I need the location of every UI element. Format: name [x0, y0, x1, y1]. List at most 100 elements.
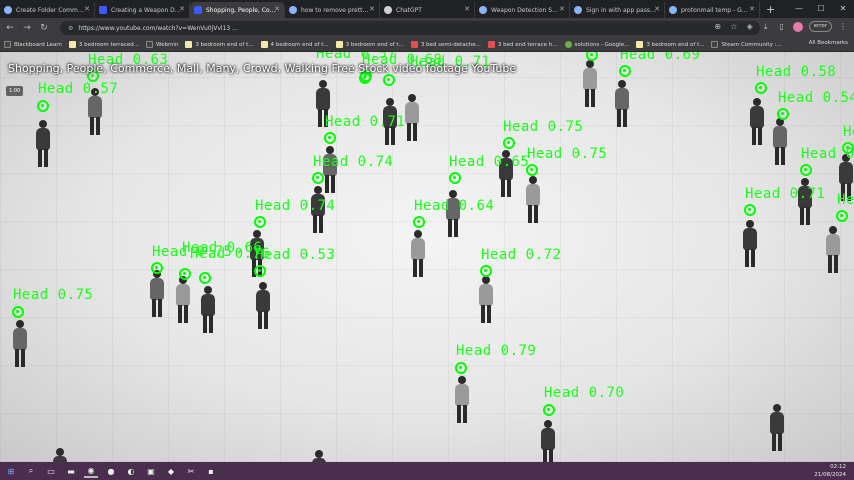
snipping-tool-icon[interactable]: ✂: [184, 464, 198, 478]
pedestrian: [147, 270, 167, 318]
bookmark-item[interactable]: 3 bed end terrace h...: [487, 41, 558, 48]
address-bar[interactable]: ⚙ https://www.youtube.com/watch?v=WenVu0…: [60, 21, 760, 35]
bookmark-item[interactable]: 3 bed semi-detache...: [410, 41, 481, 48]
detection-circle-icon: [312, 172, 324, 184]
bookmark-label: 4 bedroom end of t...: [270, 41, 329, 48]
bookmark-label: 3 bedroom end of t...: [195, 41, 254, 48]
video-frame[interactable]: Head 0.57 Head 0.63 Head 0.57 Head 0.68 Head…: [0, 52, 854, 462]
detection-label: Head 0.64: [414, 198, 495, 214]
maximize-button[interactable]: ☐: [810, 0, 832, 18]
detection-circle-icon: [254, 216, 266, 228]
close-tab-icon[interactable]: ✕: [369, 5, 375, 13]
detection-label: Head 0.57: [38, 81, 119, 97]
browser-toolbar: ← → ↻ ⚙ https://www.youtube.com/watch?v=…: [0, 18, 854, 38]
windows-icon[interactable]: ⊞: [4, 464, 18, 478]
error-badge[interactable]: error: [808, 21, 832, 32]
minimize-button[interactable]: —: [788, 0, 810, 18]
zoom-icon[interactable]: ⊕: [713, 22, 723, 32]
browser-tab[interactable]: Sign in with app passwo ✕: [570, 2, 665, 18]
close-tab-icon[interactable]: ✕: [84, 5, 90, 13]
browser-tab[interactable]: ChatGPT ✕: [380, 2, 475, 18]
bookmark-item[interactable]: 3 bedroom end of t...: [335, 41, 404, 48]
new-tab-button[interactable]: +: [766, 3, 775, 16]
edge-icon[interactable]: ◐: [124, 464, 138, 478]
bookmark-item[interactable]: 3 bedroom terraced...: [68, 41, 139, 48]
detection-circle-icon: [179, 268, 191, 280]
tab-label: Creating a Weapon Dete: [111, 6, 181, 14]
close-tab-icon[interactable]: ✕: [179, 5, 185, 13]
bookmark-item[interactable]: Blackboard Learn: [4, 41, 62, 48]
browser-tab[interactable]: protonmail temp - Google ✕: [665, 2, 760, 18]
bookmark-item[interactable]: 3 bedroom end of t...: [185, 41, 254, 48]
system-clock[interactable]: 02:12 21/08/2024: [814, 463, 846, 479]
bookmark-favicon-icon: [68, 41, 76, 48]
close-tab-icon[interactable]: ✕: [749, 5, 755, 13]
spotify-icon[interactable]: ●: [104, 464, 118, 478]
video-time-badge: 1:00: [6, 86, 24, 96]
bookmark-label: 3 bed end terrace h...: [497, 41, 558, 48]
detection-label: Head 0.74: [255, 198, 336, 214]
vscode-icon[interactable]: ◆: [164, 464, 178, 478]
pedestrian: [198, 286, 218, 334]
browser-tab[interactable]: Shopping, People, Comm ✕: [190, 2, 285, 18]
browser-tab[interactable]: Weapon Detection Syste ✕: [475, 2, 570, 18]
close-tab-icon[interactable]: ✕: [464, 5, 470, 13]
bookmark-item[interactable]: solutions - Google...: [564, 41, 629, 48]
extensions-icon[interactable]: ◈: [745, 22, 755, 32]
bookmark-item[interactable]: Webmin: [145, 41, 179, 48]
detection-circle-icon: [199, 272, 211, 284]
search-icon[interactable]: ⌕: [24, 464, 38, 478]
detection-circle-icon: [836, 210, 848, 222]
file-explorer-icon[interactable]: ▬: [64, 464, 78, 478]
pedestrian: [740, 220, 760, 268]
menu-icon[interactable]: ⋮: [838, 22, 848, 32]
forward-button[interactable]: →: [20, 23, 34, 33]
google-icon: [574, 6, 582, 14]
reload-button[interactable]: ↻: [37, 23, 51, 33]
browser-tab[interactable]: Creating a Weapon Dete ✕: [95, 2, 190, 18]
close-tab-icon[interactable]: ✕: [559, 5, 565, 13]
bookmark-item[interactable]: 4 bedroom end of t...: [260, 41, 329, 48]
bookmark-item[interactable]: 3 bedroom end of t...: [636, 41, 704, 48]
chrome-icon[interactable]: ◉: [84, 464, 98, 478]
side-panel-icon[interactable]: ▯: [777, 22, 787, 32]
close-tab-icon[interactable]: ✕: [654, 5, 660, 13]
detection-circle-icon: [151, 262, 163, 274]
profile-avatar[interactable]: [792, 21, 803, 32]
video-title: Shopping, People, Commerce, Mall, Many, …: [8, 62, 517, 75]
pedestrian: [747, 98, 767, 146]
browser-tab[interactable]: how to remove pretty in ✕: [285, 2, 380, 18]
terminal-icon[interactable]: ▣: [144, 464, 158, 478]
detection-circle-icon: [800, 164, 812, 176]
detection-circle-icon: [324, 132, 336, 144]
back-button[interactable]: ←: [3, 23, 17, 33]
close-tab-icon[interactable]: ✕: [274, 5, 280, 13]
detection-circle-icon: [755, 82, 767, 94]
bookmark-label: Blackboard Learn: [14, 41, 62, 48]
pedestrian: [476, 276, 496, 324]
detection-circle-icon: [254, 265, 266, 277]
pedestrian: [523, 176, 543, 224]
downloads-icon[interactable]: ⤓: [761, 22, 771, 32]
browser-tab[interactable]: Create Folder Command ✕: [0, 2, 95, 18]
detection-label: Head 0.75: [13, 287, 94, 303]
task-view-icon[interactable]: ▭: [44, 464, 58, 478]
app-icon[interactable]: ▪: [204, 464, 218, 478]
pedestrian: [823, 226, 843, 274]
bookmarks-bar: Blackboard Learn 3 bedroom terraced... Web…: [0, 38, 854, 52]
bookmark-item[interactable]: Steam Community :...: [711, 41, 782, 48]
bookmark-star-icon[interactable]: ☆: [729, 22, 739, 32]
detection-label: Head 0.75: [837, 192, 854, 208]
detection-label: Head 0.72: [481, 247, 562, 263]
bookmark-label: Webmin: [155, 41, 179, 48]
bookmark-label: 3 bedroom terraced...: [78, 41, 139, 48]
site-info-icon[interactable]: ⚙: [68, 25, 73, 32]
bookmark-favicon-icon: [335, 41, 343, 48]
google-icon: [669, 6, 677, 14]
pedestrian: [33, 120, 53, 168]
all-bookmarks-button[interactable]: All Bookmarks: [809, 40, 848, 46]
pedestrian: [580, 60, 600, 108]
bookmark-label: 3 bed semi-detache...: [420, 41, 481, 48]
detection-label: Head 0.69: [620, 52, 701, 63]
close-window-button[interactable]: ✕: [832, 0, 854, 18]
